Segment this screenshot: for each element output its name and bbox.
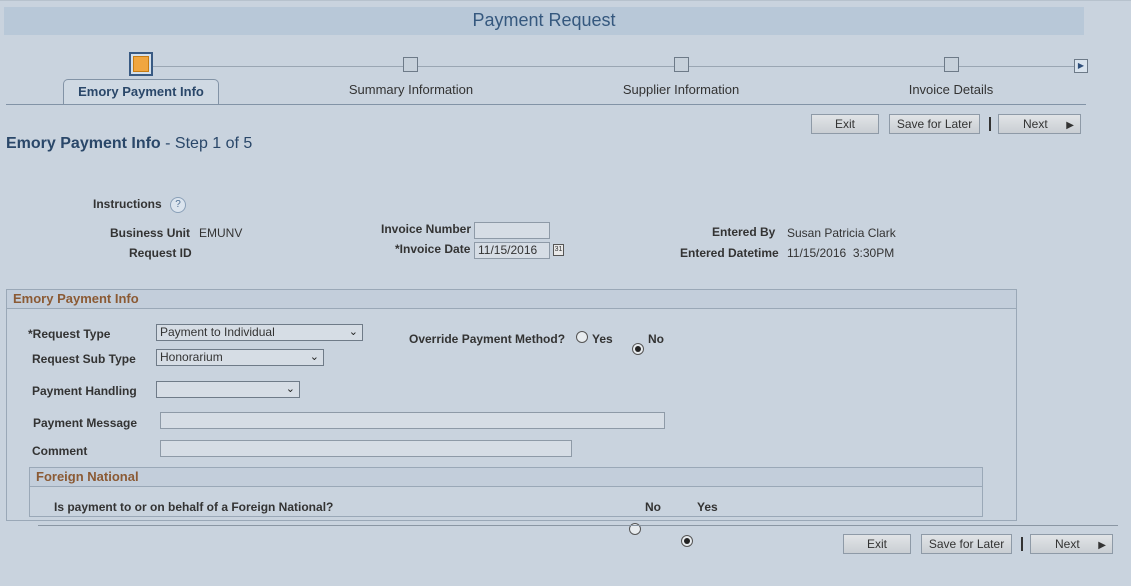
help-icon[interactable]: ? <box>170 197 186 213</box>
save-for-later-button-bottom[interactable]: Save for Later <box>921 534 1012 554</box>
request-sub-type-select[interactable]: Honorarium ⌄ <box>156 349 324 366</box>
entered-datetime-value: 11/15/2016 3:30PM <box>787 246 895 260</box>
override-no-radio[interactable] <box>632 343 644 355</box>
override-payment-label: Override Payment Method? <box>409 332 566 346</box>
chevron-down-icon: ⌄ <box>285 383 295 395</box>
train-step-2[interactable] <box>403 57 418 72</box>
top-border <box>0 0 1131 1</box>
entered-by-value: Susan Patricia Clark <box>787 226 896 240</box>
train-track <box>142 66 1080 67</box>
tab-emory-payment-info[interactable]: Emory Payment Info <box>63 79 219 104</box>
train-next-arrow-icon[interactable]: ▶ <box>1074 59 1088 73</box>
next-button-label: Next <box>1055 537 1080 551</box>
foreign-national-no-label: No <box>645 500 661 514</box>
request-type-value: Payment to Individual <box>160 325 275 339</box>
override-yes-radio[interactable] <box>576 331 588 343</box>
tab-summary-information[interactable]: Summary Information <box>301 82 521 97</box>
next-button-bottom[interactable]: Next ▶ <box>1030 534 1113 554</box>
instructions-label: Instructions <box>93 197 162 211</box>
chevron-down-icon: ⌄ <box>309 351 319 363</box>
request-id-label: Request ID <box>129 246 192 260</box>
payment-handling-select[interactable]: ⌄ <box>156 381 300 398</box>
tab-invoice-details[interactable]: Invoice Details <box>841 82 1061 97</box>
business-unit-label: Business Unit <box>110 226 191 240</box>
invoice-date-label: *Invoice Date <box>395 242 471 256</box>
button-separator <box>1021 537 1023 551</box>
chevron-down-icon: ⌄ <box>348 326 358 338</box>
chevron-right-icon: ▶ <box>1098 540 1106 551</box>
step-heading-title: Emory Payment Info <box>6 135 161 152</box>
step-heading-step: - Step 1 of 5 <box>160 135 253 152</box>
exit-button-top[interactable]: Exit <box>811 114 879 134</box>
override-yes-label: Yes <box>592 332 613 346</box>
request-sub-type-label: Request Sub Type <box>32 352 136 366</box>
business-unit-value: EMUNV <box>199 226 243 240</box>
calendar-icon[interactable]: 31 <box>553 244 564 256</box>
comment-label: Comment <box>32 444 88 458</box>
bottom-divider <box>38 525 1118 526</box>
save-for-later-button-top[interactable]: Save for Later <box>889 114 980 134</box>
tab-supplier-information[interactable]: Supplier Information <box>571 82 791 97</box>
invoice-number-label: Invoice Number <box>381 222 472 236</box>
next-button-label: Next <box>1023 117 1048 131</box>
entered-by-label: Entered By <box>712 225 776 239</box>
page-title: Payment Request <box>4 7 1084 35</box>
payment-message-input[interactable] <box>160 412 665 429</box>
foreign-national-yes-label: Yes <box>697 500 718 514</box>
invoice-date-input[interactable]: 11/15/2016 <box>474 242 550 259</box>
payment-handling-label: Payment Handling <box>32 384 137 398</box>
button-separator <box>989 117 991 131</box>
foreign-national-yes-radio[interactable] <box>681 535 693 547</box>
next-button-top[interactable]: Next ▶ <box>998 114 1081 134</box>
request-type-label: *Request Type <box>28 327 111 341</box>
comment-input[interactable] <box>160 440 572 457</box>
step-heading: Emory Payment Info - Step 1 of 5 <box>6 135 252 153</box>
request-sub-type-value: Honorarium <box>160 350 223 364</box>
request-type-select[interactable]: Payment to Individual ⌄ <box>156 324 363 341</box>
train-step-4[interactable] <box>944 57 959 72</box>
payment-info-header: Emory Payment Info <box>7 290 1016 309</box>
foreign-national-question: Is payment to or on behalf of a Foreign … <box>54 500 334 514</box>
train-step-3[interactable] <box>674 57 689 72</box>
exit-button-bottom[interactable]: Exit <box>843 534 911 554</box>
payment-message-label: Payment Message <box>33 416 138 430</box>
chevron-right-icon: ▶ <box>1066 120 1074 131</box>
train-step-1[interactable] <box>129 52 153 76</box>
entered-datetime-label: Entered Datetime <box>680 246 779 260</box>
tab-divider <box>6 104 1086 105</box>
invoice-number-input[interactable] <box>474 222 550 239</box>
override-no-label: No <box>648 332 664 346</box>
foreign-national-header: Foreign National <box>30 468 982 487</box>
